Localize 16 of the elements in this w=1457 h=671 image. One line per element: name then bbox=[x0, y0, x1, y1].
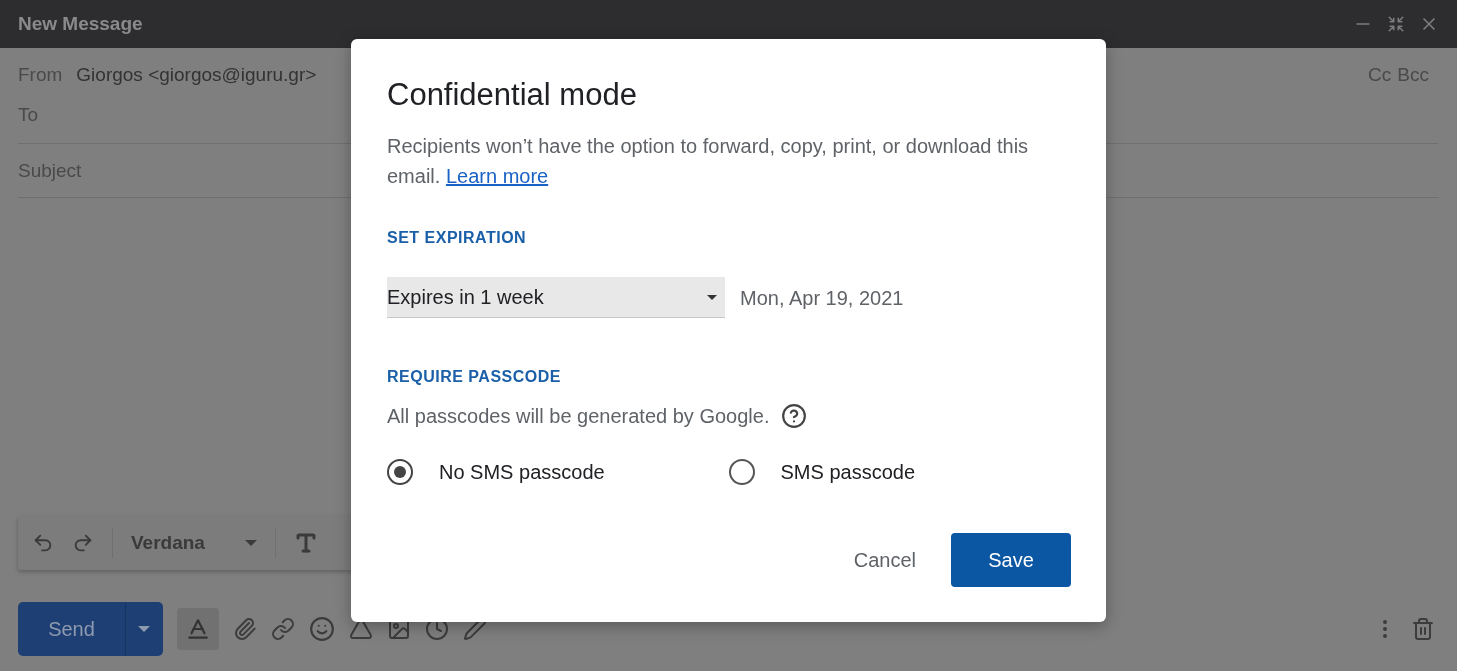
passcode-radio-option[interactable]: SMS passcode bbox=[728, 457, 1070, 487]
expiration-value: Expires in 1 week bbox=[387, 285, 544, 310]
save-button[interactable]: Save bbox=[951, 533, 1071, 587]
passcode-radio-option[interactable]: No SMS passcode bbox=[387, 457, 729, 487]
passcode-heading: REQUIRE PASSCODE bbox=[387, 367, 562, 387]
window-title: New Message bbox=[18, 11, 143, 36]
cancel-button[interactable]: Cancel bbox=[836, 533, 933, 587]
dialog-title: Confidential mode bbox=[387, 76, 638, 114]
from-value[interactable]: Giorgos <giorgos@iguru.gr> bbox=[76, 60, 317, 90]
passcode-note: All passcodes will be generated by Google. bbox=[387, 404, 770, 429]
send-button[interactable]: Send bbox=[18, 602, 126, 656]
expiration-select[interactable]: Expires in 1 week bbox=[387, 277, 725, 318]
expiration-date: Mon, Apr 19, 2021 bbox=[740, 285, 904, 311]
expiration-heading: SET EXPIRATION bbox=[387, 228, 528, 248]
learn-more-link[interactable]: Learn more bbox=[445, 165, 549, 187]
dialog-description: Recipients won’t have the option to forward, copy, print, or download this email. Learn more bbox=[387, 134, 1030, 189]
